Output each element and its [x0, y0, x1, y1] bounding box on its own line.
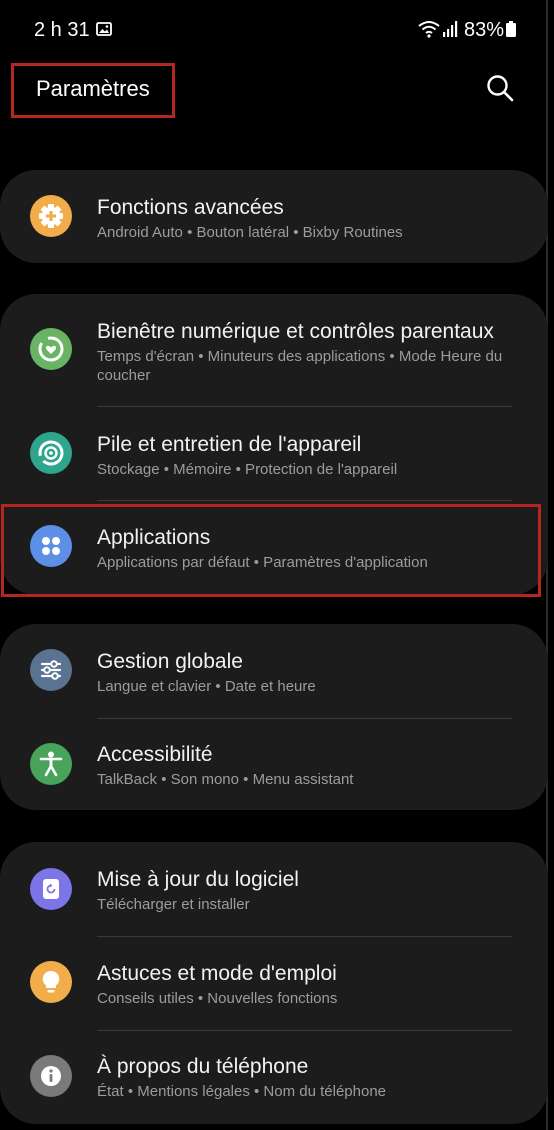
row-title: Bienêtre numérique et contrôles parentau… — [97, 320, 494, 343]
row-advanced-features[interactable]: Fonctions avancées Android Auto • Bouton… — [0, 170, 548, 263]
lightbulb-icon — [30, 961, 72, 1003]
row-accessibility[interactable]: Accessibilité TalkBack • Son mono • Menu… — [0, 719, 548, 810]
card-advanced: Fonctions avancées Android Auto • Bouton… — [0, 170, 548, 263]
row-subtitle: Conseils utiles • Nouvelles fonctions — [97, 990, 338, 1007]
wellbeing-icon — [30, 328, 72, 370]
apps-grid-icon — [30, 525, 72, 567]
row-general-management[interactable]: Gestion globale Langue et clavier • Date… — [0, 624, 548, 718]
battery-icon — [506, 21, 516, 37]
row-title: Astuces et mode d'emploi — [97, 962, 337, 985]
status-time: 2 h 31 — [34, 19, 90, 41]
row-subtitle: Télécharger et installer — [97, 896, 250, 913]
row-subtitle: État • Mentions légales • Nom du télépho… — [97, 1083, 387, 1100]
sliders-icon — [30, 649, 72, 691]
row-software-update[interactable]: Mise à jour du logiciel Télécharger et i… — [0, 842, 548, 936]
row-title: Applications — [97, 526, 211, 549]
title-highlight-box — [11, 63, 175, 118]
card-general: Gestion globale Langue et clavier • Date… — [0, 624, 548, 810]
row-title: Mise à jour du logiciel — [97, 868, 299, 891]
row-subtitle: Applications par défaut • Paramètres d'a… — [97, 554, 428, 571]
row-subtitle: TalkBack • Son mono • Menu assistant — [97, 771, 354, 788]
row-subtitle: Langue et clavier • Date et heure — [97, 678, 316, 695]
row-digital-wellbeing[interactable]: Bienêtre numérique et contrôles parentau… — [0, 294, 548, 406]
card-support: Mise à jour du logiciel Télécharger et i… — [0, 842, 548, 1124]
row-battery-device-care[interactable]: Pile et entretien de l'appareil Stockage… — [0, 407, 548, 500]
row-title: Pile et entretien de l'appareil — [97, 433, 362, 456]
row-about-phone[interactable]: À propos du téléphone État • Mentions lé… — [0, 1031, 548, 1124]
row-title: Gestion globale — [97, 650, 243, 673]
search-icon — [487, 75, 514, 102]
settings-screen: 2 h 31 83% Paramètres Fonctions avancées… — [0, 0, 554, 1130]
row-title: Accessibilité — [97, 743, 213, 766]
status-bar: 2 h 31 83% — [0, 14, 554, 48]
wifi-icon — [418, 20, 440, 38]
signal-icon — [442, 20, 458, 38]
row-title: Fonctions avancées — [97, 196, 284, 219]
info-icon — [30, 1055, 72, 1097]
search-button[interactable] — [484, 72, 516, 104]
row-title: À propos du téléphone — [97, 1055, 309, 1078]
row-tips-user-manual[interactable]: Astuces et mode d'emploi Conseils utiles… — [0, 937, 548, 1030]
row-applications[interactable]: Applications Applications par défaut • P… — [0, 501, 548, 595]
row-subtitle: Temps d'écran • Minuteurs des applicatio… — [97, 348, 503, 384]
battery-percentage: 83% — [464, 19, 505, 41]
device-care-icon — [30, 432, 72, 474]
gear-plus-icon — [30, 195, 72, 237]
software-update-icon — [30, 868, 72, 910]
accessibility-icon — [30, 743, 72, 785]
gallery-notification-icon — [96, 22, 112, 36]
row-subtitle: Stockage • Mémoire • Protection de l'app… — [97, 461, 398, 478]
card-device: Bienêtre numérique et contrôles parentau… — [0, 294, 548, 595]
row-subtitle: Android Auto • Bouton latéral • Bixby Ro… — [97, 224, 403, 241]
